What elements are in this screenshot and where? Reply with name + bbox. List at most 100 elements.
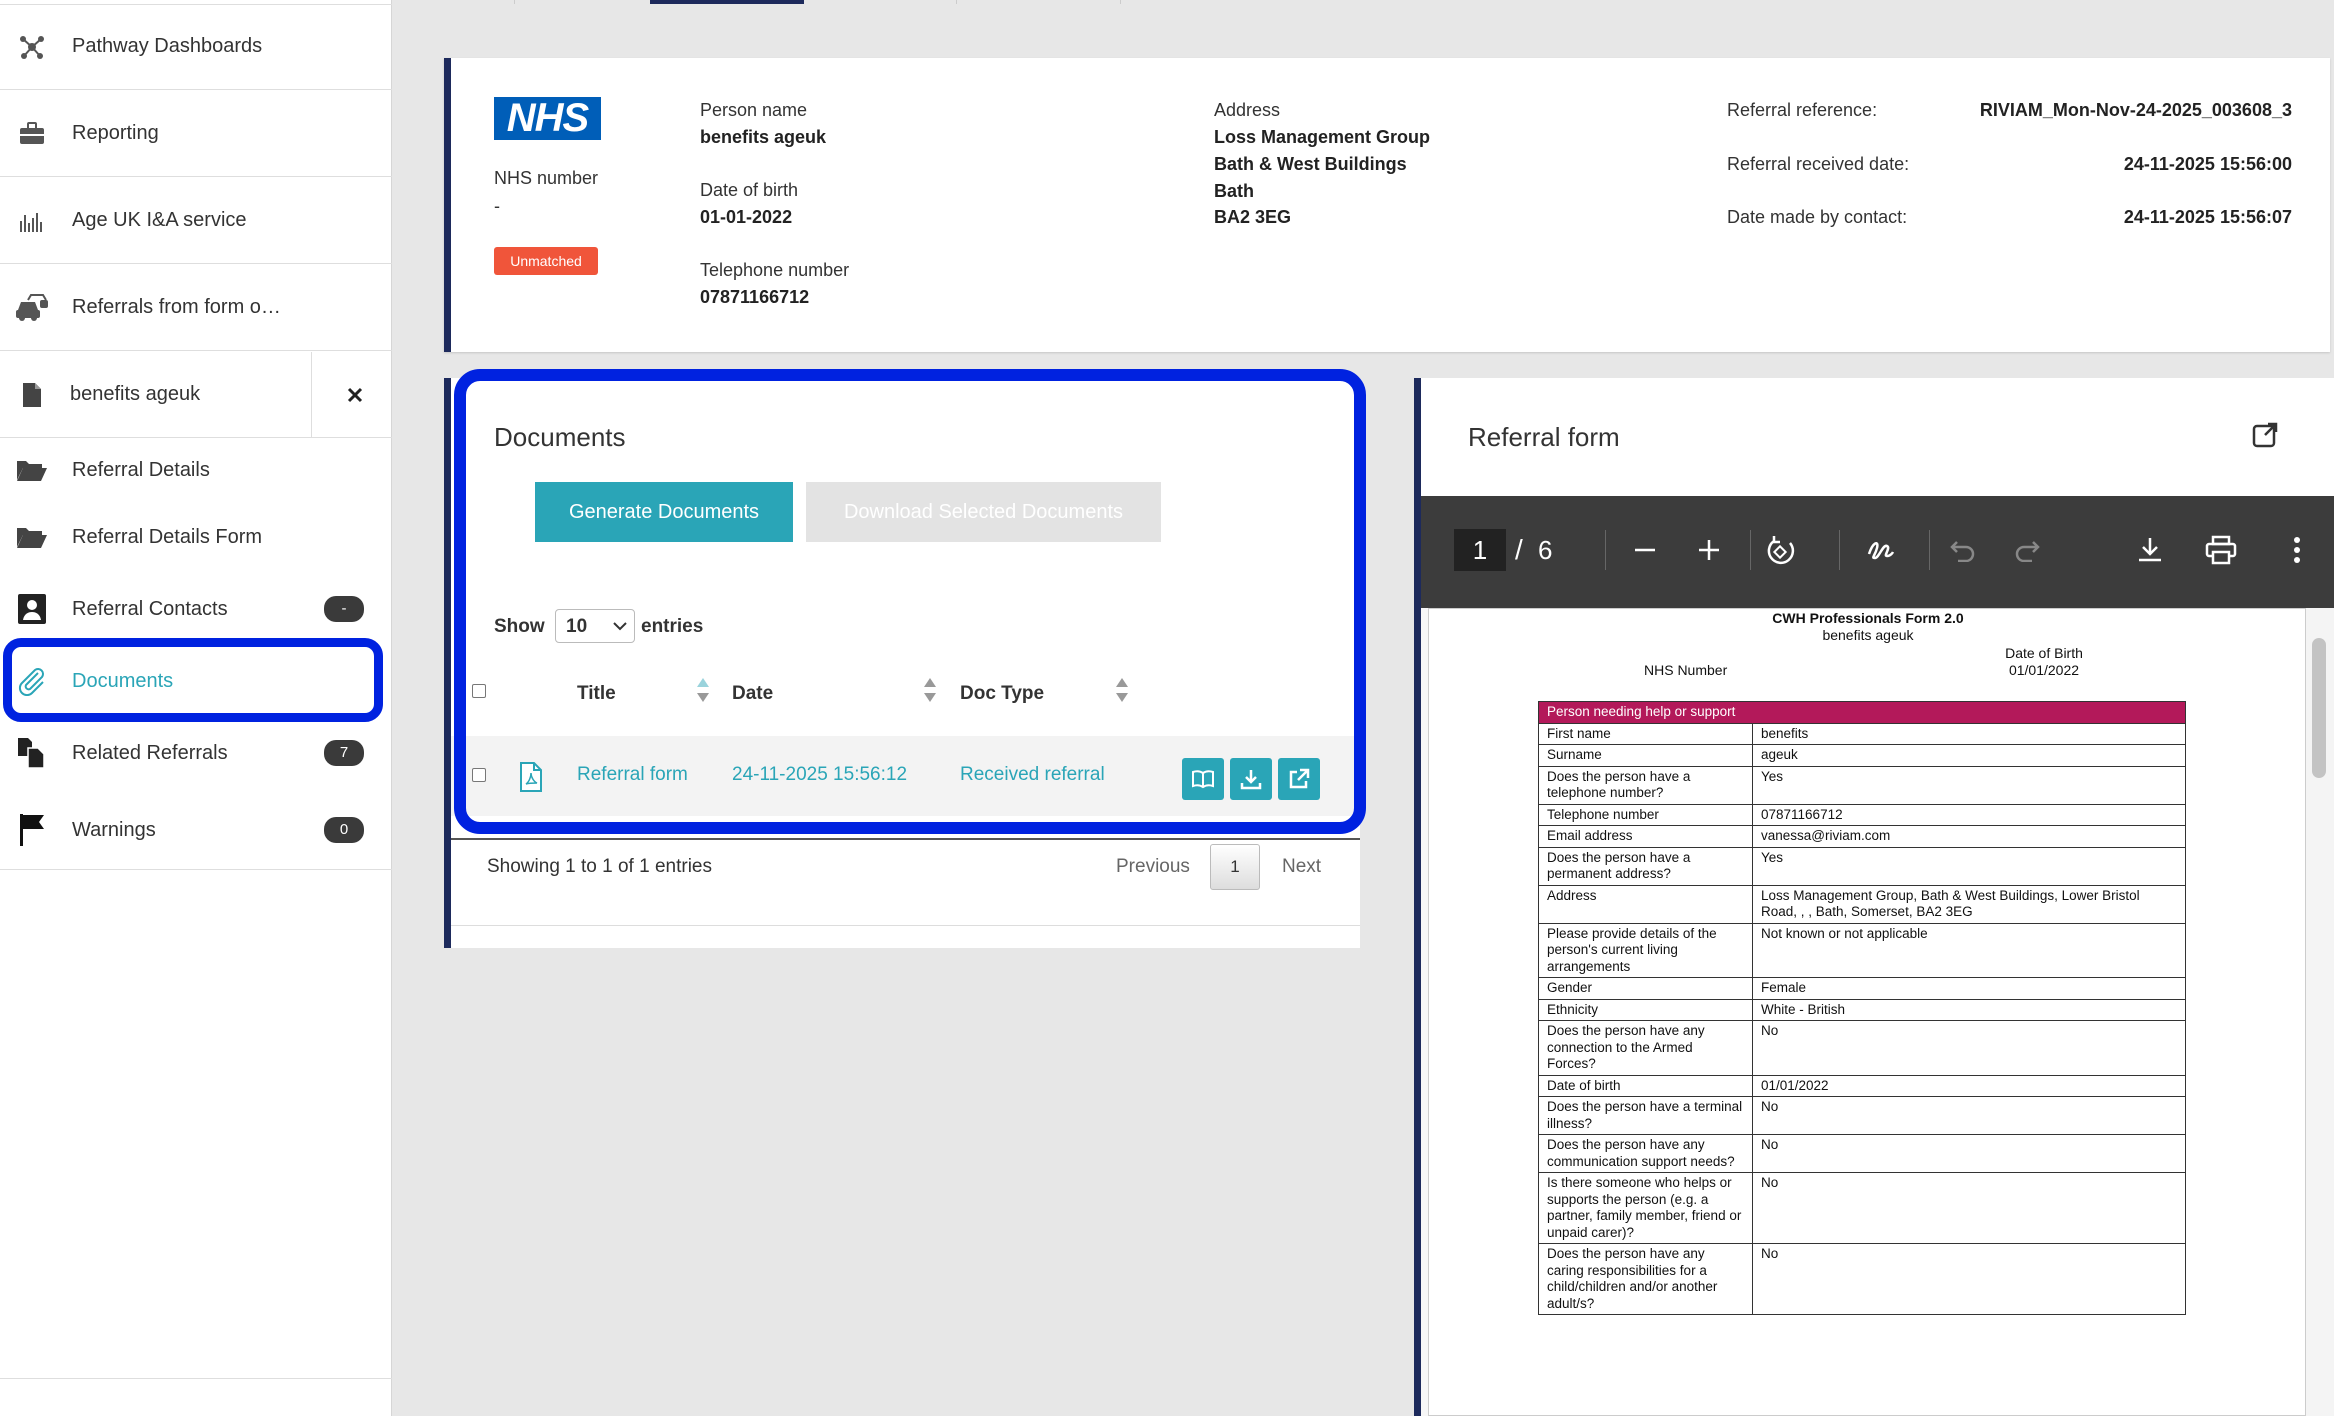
pdf-form-row: Surname ageuk [1538,744,2186,767]
pdf-form-answer: White - British [1752,998,2186,1021]
dob-value: 01-01-2022 [700,207,793,227]
signature-icon [1867,541,1895,560]
pdf-form-question: Does the person have any connection to t… [1538,1020,1753,1076]
rotate-button[interactable] [1761,530,1801,570]
received-date-value: 24-11-2025 15:56:00 [2123,154,2292,174]
contact-date-label: Date made by contact: [1727,207,1908,227]
draw-button[interactable] [1861,530,1901,570]
pdf-form-question: Does the person have any communication s… [1538,1134,1753,1173]
pdf-form-table: Person needing help or support First nam… [1538,701,2186,1315]
pdf-form-answer: vanessa@riviam.com [1752,825,2186,848]
pdf-page-total: 6 [1538,535,1553,565]
pdf-doc-subtitle: benefits ageuk [1822,627,1914,643]
nav-label: Age UK I&A service [72,209,247,231]
sidebar-item-label: Referral Contacts [72,597,228,620]
sidebar-item-referral-details[interactable]: Referral Details [0,440,392,500]
pdf-form-row: First name benefits [1538,722,2186,745]
sidebar-item-warnings[interactable]: Warnings 0 [0,800,392,860]
bar-chart-icon [14,203,50,239]
toolbar-divider [1839,530,1840,570]
pdf-form-row: Date of birth 01/01/2022 [1538,1074,2186,1097]
zoom-out-button[interactable] [1627,532,1663,568]
pdf-form-question: Address [1538,884,1753,924]
pdf-form-answer: Yes [1752,846,2186,886]
nav-item-pathway-dashboards[interactable]: Pathway Dashboards [0,4,392,90]
pdf-form-answer: Loss Management Group, Bath & West Build… [1752,884,2186,924]
nhs-logo: NHS [494,96,601,140]
pdf-form-answer: No [1752,1243,2186,1315]
pdf-page-input[interactable]: 1 [1454,529,1506,571]
referral-reference-value: RIVIAM_Mon-Nov-24-2025_003608_3 [1979,100,2292,120]
documents-highlight-outline [3,638,383,722]
pdf-form-question: Is there someone who helps or supports t… [1538,1172,1753,1244]
redo-button[interactable] [2009,532,2045,568]
undo-icon [1950,541,1975,562]
print-icon [2205,535,2237,565]
status-badge: Unmatched [494,247,598,275]
plus-icon [1699,540,1719,560]
sidebar-item-related-referrals[interactable]: Related Referrals 7 [0,723,392,783]
person-name-value: benefits ageuk [700,127,827,147]
zoom-in-button[interactable] [1691,532,1727,568]
more-vertical-icon [2294,537,2300,563]
file-icon [14,377,50,413]
folder-open-icon [14,452,50,488]
phone-value: 07871166712 [700,287,810,307]
address-label: Address [1214,100,1281,120]
address-line-2: Bath & West Buildings [1214,154,1407,174]
pdf-print-button[interactable] [2201,530,2241,570]
pdf-form-answer: No [1752,1096,2186,1135]
documents-highlight-outline [454,369,1366,834]
pdf-form-answer: Not known or not applicable [1752,922,2186,978]
tab-active-indicator[interactable] [650,0,804,4]
sidebar-divider [0,1378,392,1379]
flag-icon [14,812,50,848]
previous-page-button[interactable]: Previous [1116,856,1190,878]
card-footer-divider [451,925,1360,926]
pdf-form-answer: 07871166712 [1752,803,2186,826]
sidebar-item-referral-details-form[interactable]: Referral Details Form [0,507,392,567]
popout-button[interactable] [2248,418,2282,452]
nav-item-referrals-from-form[interactable]: Referrals from form o… [0,265,392,351]
open-record-item[interactable]: benefits ageuk [0,352,392,438]
phone-label: Telephone number [700,260,850,280]
pdf-more-button[interactable] [2285,530,2309,570]
related-referrals-count-badge: 7 [324,740,364,766]
table-info: Showing 1 to 1 of 1 entries [487,856,712,877]
minus-icon [1635,548,1655,552]
nav-item-age-uk-service[interactable]: Age UK I&A service [0,178,392,264]
pdf-form-answer: Female [1752,977,2186,1000]
pdf-form-question: Does the person have any caring responsi… [1538,1243,1753,1315]
table-bottom-border [451,838,1360,840]
contact-card-icon [14,591,50,627]
next-page-button[interactable]: Next [1282,856,1321,878]
pdf-doc-title: CWH Professionals Form 2.0 [1772,610,1964,626]
nhs-number-value: - [494,196,500,216]
nav-label: Referrals from form o… [72,296,281,318]
address-line-4: BA2 3EG [1214,207,1292,227]
nav-item-reporting[interactable]: Reporting [0,91,392,177]
sidebar-item-referral-contacts[interactable]: Referral Contacts - [0,579,392,639]
tab-divider [956,0,957,4]
sidebar-item-label: Warnings [72,818,156,841]
nav-label: Pathway Dashboards [72,35,263,57]
pdf-scrollbar-thumb[interactable] [2312,638,2326,778]
pdf-form-row: Does the person have a terminal illness?… [1538,1096,2186,1135]
close-record-button[interactable] [340,380,370,410]
pdf-download-button[interactable] [2130,530,2170,570]
rotate-icon [1767,536,1795,564]
pdf-form-question: Date of birth [1538,1074,1753,1097]
pdf-form-row: Does the person have a permanent address… [1538,846,2186,886]
pdf-form-question: Telephone number [1538,803,1753,826]
pdf-scrollbar[interactable] [2306,608,2334,1416]
copy-files-icon [14,735,50,771]
pdf-form-question: Gender [1538,977,1753,1000]
tab-divider [514,0,515,4]
page-1-button[interactable]: 1 [1210,844,1260,890]
undo-button[interactable] [1945,532,1981,568]
pdf-nhs-number-label: NHS Number [1644,662,1728,678]
cars-icon [14,290,50,326]
pdf-form-answer: benefits [1752,722,2186,745]
person-name-label: Person name [700,100,808,120]
sidebar: Pathway Dashboards Reporting Age UK I&A … [0,0,392,1416]
